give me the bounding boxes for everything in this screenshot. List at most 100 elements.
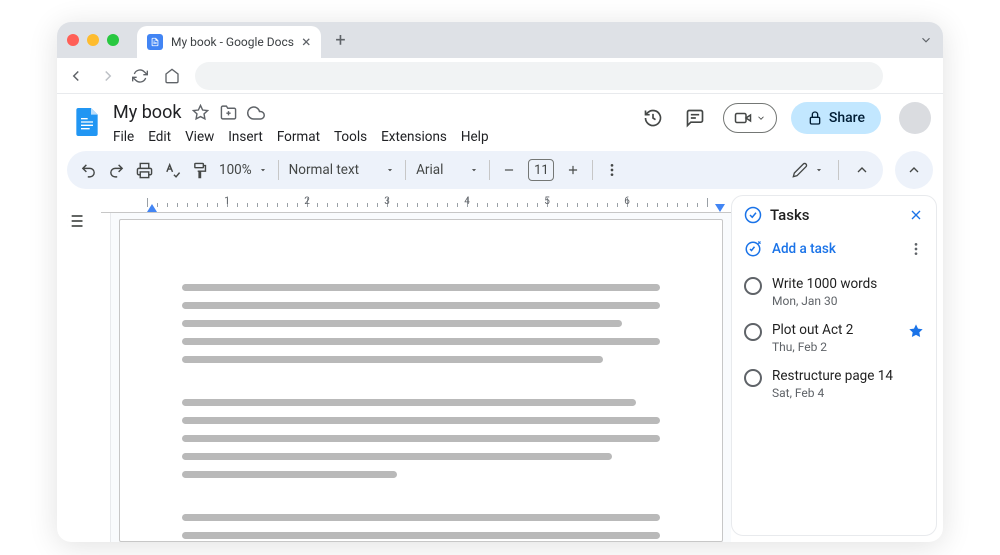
tasks-more-icon[interactable] <box>908 241 924 257</box>
meet-button[interactable] <box>723 103 777 133</box>
cloud-status-icon[interactable] <box>247 104 265 122</box>
paragraph <box>182 514 660 542</box>
close-window-button[interactable] <box>67 34 79 46</box>
forward-button[interactable] <box>99 67 117 85</box>
editing-mode-button[interactable] <box>792 162 824 178</box>
spellcheck-icon[interactable] <box>163 161 181 179</box>
font-size-decrease[interactable] <box>500 161 518 179</box>
new-tab-button[interactable]: + <box>327 26 355 54</box>
menu-view[interactable]: View <box>185 129 214 145</box>
undo-icon[interactable] <box>79 161 97 179</box>
address-bar[interactable] <box>195 62 883 90</box>
header-actions: Share <box>639 102 931 134</box>
task-title: Write 1000 words <box>772 276 924 292</box>
share-button[interactable]: Share <box>791 102 881 134</box>
zoom-selector[interactable]: 100% <box>219 162 268 178</box>
share-label: Share <box>829 110 865 126</box>
menu-help[interactable]: Help <box>461 129 489 145</box>
text-line <box>182 399 636 406</box>
print-icon[interactable] <box>135 161 153 179</box>
move-icon[interactable] <box>219 104 237 122</box>
more-tools-icon[interactable] <box>603 161 621 179</box>
toolbar-separator <box>592 160 593 180</box>
menu-format[interactable]: Format <box>277 129 320 145</box>
text-line <box>182 284 660 291</box>
text-line <box>182 417 660 424</box>
menu-insert[interactable]: Insert <box>228 129 263 145</box>
add-task-button[interactable]: Add a task <box>772 241 898 257</box>
text-line <box>182 453 612 460</box>
redo-icon[interactable] <box>107 161 125 179</box>
back-button[interactable] <box>67 67 85 85</box>
document-page[interactable] <box>119 219 723 542</box>
collapse-toolbar-icon[interactable] <box>853 161 871 179</box>
hide-panel-button[interactable] <box>895 151 933 189</box>
task-checkbox[interactable] <box>744 277 762 295</box>
tasks-panel: Tasks Add a task Write 1000 wordsMon, Ja… <box>731 195 937 536</box>
main-area: 123456 Tasks Add a task Write <box>57 195 943 542</box>
toolbar-row: 100% Normal text Arial 11 <box>57 145 943 195</box>
add-task-icon[interactable] <box>744 240 762 258</box>
toolbar-separator <box>838 160 839 180</box>
window-controls <box>67 34 119 46</box>
ruler-label: 3 <box>384 196 390 207</box>
star-icon[interactable] <box>191 104 209 122</box>
font-size-input[interactable]: 11 <box>528 159 554 181</box>
lock-icon <box>807 110 823 126</box>
toolbar-separator <box>278 160 279 180</box>
paragraph <box>182 399 660 478</box>
task-item[interactable]: Restructure page 14Sat, Feb 4 <box>732 360 936 406</box>
page-container <box>111 213 731 542</box>
style-selector[interactable]: Normal text <box>289 162 395 178</box>
text-line <box>182 320 622 327</box>
font-selector[interactable]: Arial <box>416 162 479 178</box>
tab-overflow-icon[interactable] <box>919 33 933 47</box>
menu-bar: File Edit View Insert Format Tools Exten… <box>113 129 489 145</box>
toolbar-separator <box>489 160 490 180</box>
minimize-window-button[interactable] <box>87 34 99 46</box>
maximize-window-button[interactable] <box>107 34 119 46</box>
font-size-increase[interactable] <box>564 161 582 179</box>
toolbar-separator <box>405 160 406 180</box>
close-tab-icon[interactable]: × <box>302 34 311 50</box>
history-icon[interactable] <box>639 104 667 132</box>
document-title[interactable]: My book <box>113 102 181 123</box>
task-item[interactable]: Plot out Act 2Thu, Feb 2 <box>732 314 936 360</box>
task-title: Plot out Act 2 <box>772 322 898 338</box>
right-indent-marker[interactable] <box>715 204 725 212</box>
ruler-label: 1 <box>224 196 230 207</box>
paragraph <box>182 284 660 363</box>
docs-header: My book File Edit View Insert Format Too… <box>57 94 943 145</box>
document-column: 123456 <box>93 195 731 542</box>
comments-icon[interactable] <box>681 104 709 132</box>
ruler-label: 5 <box>544 196 550 207</box>
menu-file[interactable]: File <box>113 129 134 145</box>
task-date: Sat, Feb 4 <box>772 386 924 400</box>
ruler-label: 4 <box>464 196 470 207</box>
close-panel-icon[interactable] <box>908 207 924 223</box>
home-button[interactable] <box>163 67 181 85</box>
left-rail <box>57 195 93 542</box>
account-avatar[interactable] <box>899 102 931 134</box>
browser-window: My book - Google Docs × + My book Fil <box>57 22 943 542</box>
text-line <box>182 514 660 521</box>
ruler-label: 2 <box>304 196 310 207</box>
browser-tab-strip: My book - Google Docs × + <box>57 22 943 58</box>
docs-logo[interactable] <box>69 104 105 140</box>
menu-edit[interactable]: Edit <box>148 129 171 145</box>
reload-button[interactable] <box>131 67 149 85</box>
text-line <box>182 338 660 345</box>
browser-tab[interactable]: My book - Google Docs × <box>137 26 321 58</box>
task-item[interactable]: Write 1000 wordsMon, Jan 30 <box>732 268 936 314</box>
tasks-icon <box>744 206 762 224</box>
outline-icon[interactable] <box>65 211 85 231</box>
horizontal-ruler[interactable]: 123456 <box>101 195 731 213</box>
task-checkbox[interactable] <box>744 369 762 387</box>
vertical-ruler[interactable] <box>93 213 111 542</box>
task-checkbox[interactable] <box>744 323 762 341</box>
star-icon[interactable] <box>908 323 924 339</box>
menu-tools[interactable]: Tools <box>334 129 367 145</box>
menu-extensions[interactable]: Extensions <box>381 129 447 145</box>
format-paint-icon[interactable] <box>191 161 209 179</box>
text-line <box>182 356 603 363</box>
